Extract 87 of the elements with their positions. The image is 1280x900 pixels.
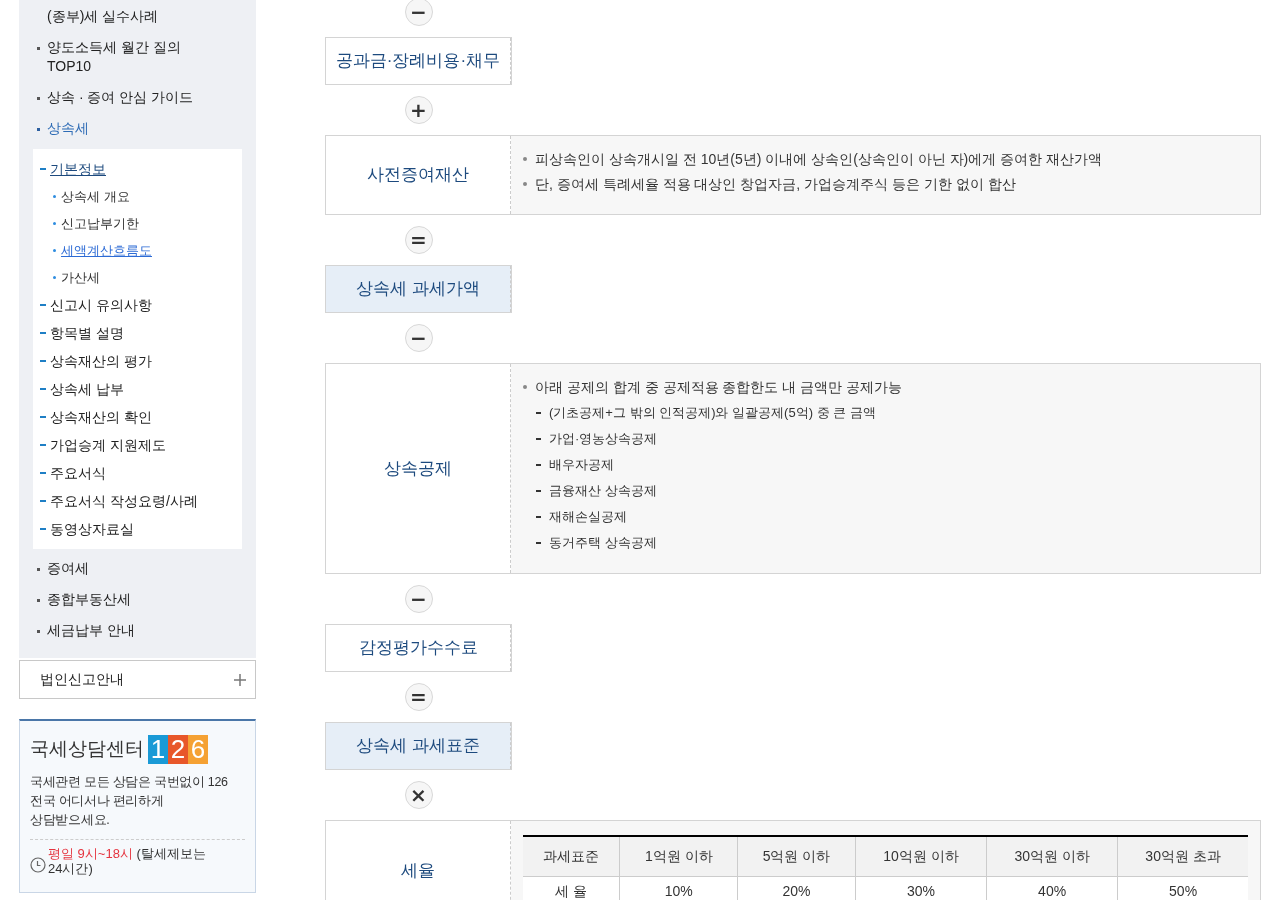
submenu-item[interactable]: 상속세 납부 [50, 378, 124, 400]
submenu-item[interactable]: 동영상자료실 [50, 518, 134, 540]
detail-text: 가업·영농상속공제 [549, 430, 658, 448]
operator-symbol: = [404, 226, 433, 254]
dash-icon [40, 168, 46, 170]
submenu-item[interactable]: 항목별 설명 [50, 322, 124, 344]
menu-item[interactable]: 증여세 [47, 559, 89, 578]
submenu-item[interactable]: 기본정보 [50, 158, 106, 180]
bullet-icon [523, 182, 527, 186]
table-cell: 30% [855, 876, 987, 900]
table-cell: 20% [737, 876, 856, 900]
submenu-item[interactable]: 신고납부기한 [61, 213, 139, 234]
operator-symbol: − [404, 0, 433, 26]
table-cell: 세 율 [523, 876, 620, 900]
submenu-item[interactable]: 가산세 [61, 267, 100, 288]
bullet-icon [53, 276, 56, 279]
operator-symbol: × [404, 781, 433, 809]
bullet-icon [523, 385, 527, 389]
bullet-icon [37, 128, 40, 131]
detail-text: 동거주택 상속공제 [549, 534, 657, 552]
submenu-item[interactable]: 세액계산흐름도 [61, 240, 152, 261]
operator-symbol: − [404, 324, 433, 352]
detail-text: 재해손실공제 [549, 508, 627, 526]
detail-text: 배우자공제 [549, 456, 614, 474]
dash-icon [536, 438, 541, 440]
submenu-item[interactable]: 주요서식 작성요령/사례 [50, 490, 198, 512]
submenu-item[interactable]: 상속재산의 평가 [50, 350, 152, 372]
card-title: 국세상담센터 [30, 737, 144, 762]
bullet-icon [53, 222, 56, 225]
submenu-item[interactable]: 상속세 개요 [61, 186, 130, 207]
submenu-item[interactable]: 주요서식 [50, 462, 106, 484]
menu-item[interactable]: 세금납부 안내 [47, 621, 135, 640]
submenu-item[interactable]: 상속재산의 확인 [50, 406, 152, 428]
column-header: 30억원 이하 [986, 836, 1118, 876]
detail-text: 아래 공제의 합계 중 공제적용 종합한도 내 금액만 공제가능 [535, 378, 903, 396]
submenu-item[interactable]: 가업승계 지원제도 [50, 434, 166, 456]
bullet-icon [37, 47, 40, 50]
dash-icon [40, 416, 46, 418]
menu-item[interactable]: 상속세 [47, 119, 89, 138]
step-label: 상속세 과세가액 [326, 266, 511, 312]
dash-icon [536, 516, 541, 518]
dash-icon [40, 388, 46, 390]
clock-icon [30, 857, 46, 873]
detail-text: 단, 증여세 특례세율 적용 대상인 창업자금, 가업승계주식 등은 기한 없이 합산 [535, 175, 1016, 193]
bullet-icon [37, 630, 40, 633]
dash-icon [40, 332, 46, 334]
submenu-item[interactable]: 신고시 유의사항 [50, 294, 152, 316]
dash-icon [40, 360, 46, 362]
dash-icon [536, 464, 541, 466]
bullet-icon [523, 157, 527, 161]
menu-item[interactable]: (종부)세 실수사례 [47, 7, 159, 26]
dash-icon [536, 490, 541, 492]
dash-icon [536, 412, 541, 414]
operator-symbol: + [404, 96, 433, 124]
detail-text: (기초공제+그 밖의 인적공제)와 일괄공제(5억) 중 큰 금액 [549, 404, 876, 422]
column-header: 5억원 이하 [737, 836, 856, 876]
detail-text: 피상속인이 상속개시일 전 10년(5년) 이내에 상속인(상속인이 아닌 자)에게 증여한 재산가액 [535, 150, 1102, 168]
operator-symbol: − [404, 585, 433, 613]
detail-text: 금융재산 상속공제 [549, 482, 657, 500]
operator-symbol: = [404, 683, 433, 711]
dash-icon [40, 304, 46, 306]
column-header: 10억원 이하 [855, 836, 987, 876]
bullet-icon [37, 97, 40, 100]
dash-icon [40, 528, 46, 530]
menu-item[interactable]: 상속 · 증여 안심 가이드 [47, 88, 194, 107]
bullet-icon [37, 599, 40, 602]
table-cell: 50% [1117, 876, 1248, 900]
dash-icon [40, 472, 46, 474]
column-header: 30억원 초과 [1117, 836, 1248, 876]
logo: 1 2 6 [148, 735, 208, 764]
card-description: 국세관련 모든 상담은 국번없이 126 전국 어디서나 편리하게 상담받으세요. [30, 774, 229, 829]
bullet-icon [37, 568, 40, 571]
step-label: 상속세 과세표준 [326, 723, 511, 769]
plus-icon [233, 672, 247, 687]
table-cell: 40% [986, 876, 1118, 900]
table-cell: 10% [619, 876, 738, 900]
dash-icon [536, 542, 541, 544]
hours-text: 평일 9시~18시 (탈세제보는 24시간) [48, 846, 207, 876]
section-toggle[interactable]: 법인신고안내 [19, 660, 256, 699]
bullet-icon [53, 195, 56, 198]
column-header: 1억원 이하 [619, 836, 738, 876]
bullet-icon [53, 249, 56, 252]
dash-icon [40, 444, 46, 446]
menu-item[interactable]: 종합부동산세 [47, 590, 131, 609]
menu-item[interactable]: 양도소득세 월간 질의 TOP10 [47, 38, 181, 76]
column-header: 과세표준 [523, 836, 620, 876]
dash-icon [40, 500, 46, 502]
